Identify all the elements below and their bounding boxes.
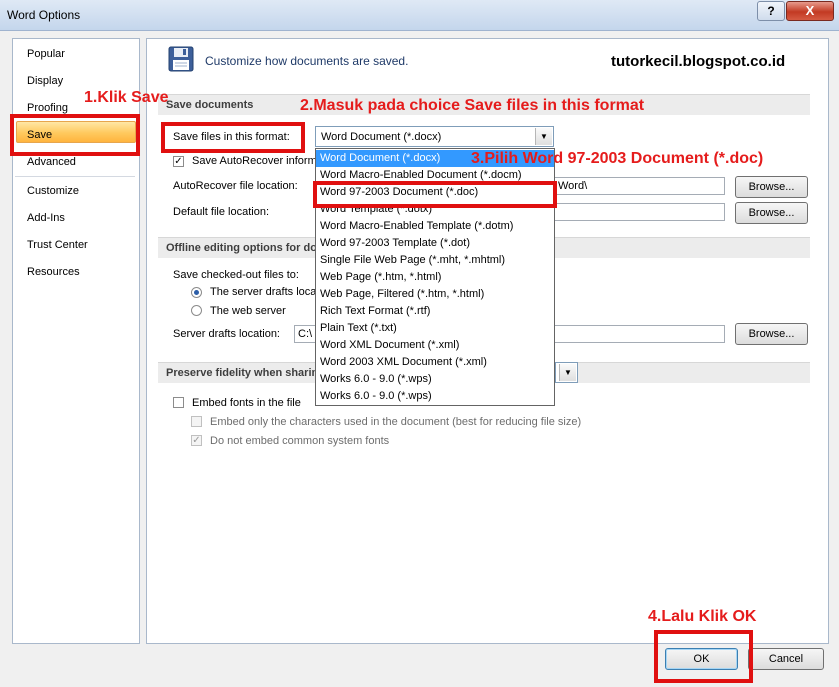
format-option-2003-xml[interactable]: Word 2003 XML Document (*.xml) — [316, 354, 554, 371]
sidebar-item-resources[interactable]: Resources — [27, 266, 80, 278]
annotation-box-ok — [654, 630, 753, 683]
sidebar-item-popular[interactable]: Popular — [27, 48, 65, 60]
save-format-value: Word Document (*.docx) — [321, 131, 442, 143]
annotation-box-format-label — [161, 122, 305, 153]
format-option-wps-2[interactable]: Works 6.0 - 9.0 (*.wps) — [316, 388, 554, 405]
format-option-html-filtered[interactable]: Web Page, Filtered (*.htm, *.html) — [316, 286, 554, 303]
chevron-down-icon: ▼ — [535, 128, 552, 145]
help-button[interactable]: ? — [757, 1, 785, 21]
fidelity-document-select[interactable]: ▼ — [555, 362, 578, 383]
sidebar-divider — [15, 176, 135, 177]
annotation-step-3: 3.Pilih Word 97-2003 Document (*.doc) — [471, 150, 764, 167]
server-drafts-location-label: Server drafts location: — [173, 328, 280, 340]
server-drafts-radio[interactable] — [191, 287, 202, 298]
format-option-wps[interactable]: Works 6.0 - 9.0 (*.wps) — [316, 371, 554, 388]
window-title: Word Options — [7, 8, 81, 22]
section-title: Offline editing options for do — [166, 242, 317, 254]
chevron-down-icon: ▼ — [559, 364, 576, 381]
autorecover-checkbox-label: Save AutoRecover inform — [192, 155, 317, 167]
format-option-dot[interactable]: Word 97-2003 Template (*.dot) — [316, 235, 554, 252]
default-location-input[interactable] — [554, 203, 725, 221]
sidebar-item-add-ins[interactable]: Add-Ins — [27, 212, 65, 224]
floppy-disk-icon — [168, 46, 194, 72]
panel-header-text: Customize how documents are saved. — [205, 54, 409, 68]
format-option-xml[interactable]: Word XML Document (*.xml) — [316, 337, 554, 354]
default-location-label: Default file location: — [173, 206, 269, 218]
web-server-radio[interactable] — [191, 305, 202, 316]
sidebar-item-display[interactable]: Display — [27, 75, 63, 87]
embed-characters-checkbox[interactable] — [191, 416, 202, 427]
format-option-rtf[interactable]: Rich Text Format (*.rtf) — [316, 303, 554, 320]
no-system-fonts-checkbox[interactable]: ✓ — [191, 435, 202, 446]
autorecover-browse-button[interactable]: Browse... — [735, 176, 808, 198]
watermark-text: tutorkecil.blogspot.co.id — [611, 53, 786, 70]
autorecover-location-input[interactable]: Word\ — [554, 177, 725, 195]
annotation-box-save — [10, 114, 140, 156]
server-drafts-browse-button[interactable]: Browse... — [735, 323, 808, 345]
embed-fonts-label: Embed fonts in the file — [192, 397, 301, 409]
no-system-fonts-label: Do not embed common system fonts — [210, 435, 390, 447]
server-drafts-radio-label: The server drafts loca — [210, 286, 317, 298]
sidebar-item-proofing[interactable]: Proofing — [27, 102, 68, 114]
sidebar-item-customize[interactable]: Customize — [27, 185, 79, 197]
sidebar-item-trust-center[interactable]: Trust Center — [27, 239, 88, 251]
format-option-dotm[interactable]: Word Macro-Enabled Template (*.dotm) — [316, 218, 554, 235]
default-location-browse-button[interactable]: Browse... — [735, 202, 808, 224]
annotation-step-4: 4.Lalu Klik OK — [648, 608, 757, 625]
sidebar-item-advanced[interactable]: Advanced — [27, 156, 76, 168]
annotation-step-2: 2.Masuk pada choice Save files in this f… — [300, 97, 645, 114]
format-option-html[interactable]: Web Page (*.htm, *.html) — [316, 269, 554, 286]
embed-characters-label: Embed only the characters used in the do… — [210, 416, 582, 428]
checked-out-label: Save checked-out files to: — [173, 269, 299, 281]
autorecover-checkbox[interactable]: ✓ — [173, 156, 184, 167]
annotation-box-doc-option — [313, 181, 557, 208]
cancel-button[interactable]: Cancel — [748, 648, 824, 670]
embed-fonts-checkbox[interactable] — [173, 397, 184, 408]
close-button[interactable]: X — [786, 1, 834, 21]
format-option-txt[interactable]: Plain Text (*.txt) — [316, 320, 554, 337]
section-title: Preserve fidelity when sharin — [166, 367, 319, 379]
autorecover-location-label: AutoRecover file location: — [173, 180, 298, 192]
web-server-radio-label: The web server — [210, 305, 286, 317]
title-bar: Word Options ? X — [0, 0, 839, 31]
section-title: Save documents — [166, 99, 254, 111]
annotation-step-1: 1.Klik Save — [84, 89, 169, 106]
format-option-mht[interactable]: Single File Web Page (*.mht, *.mhtml) — [316, 252, 554, 269]
save-format-select[interactable]: Word Document (*.docx) ▼ — [315, 126, 554, 147]
